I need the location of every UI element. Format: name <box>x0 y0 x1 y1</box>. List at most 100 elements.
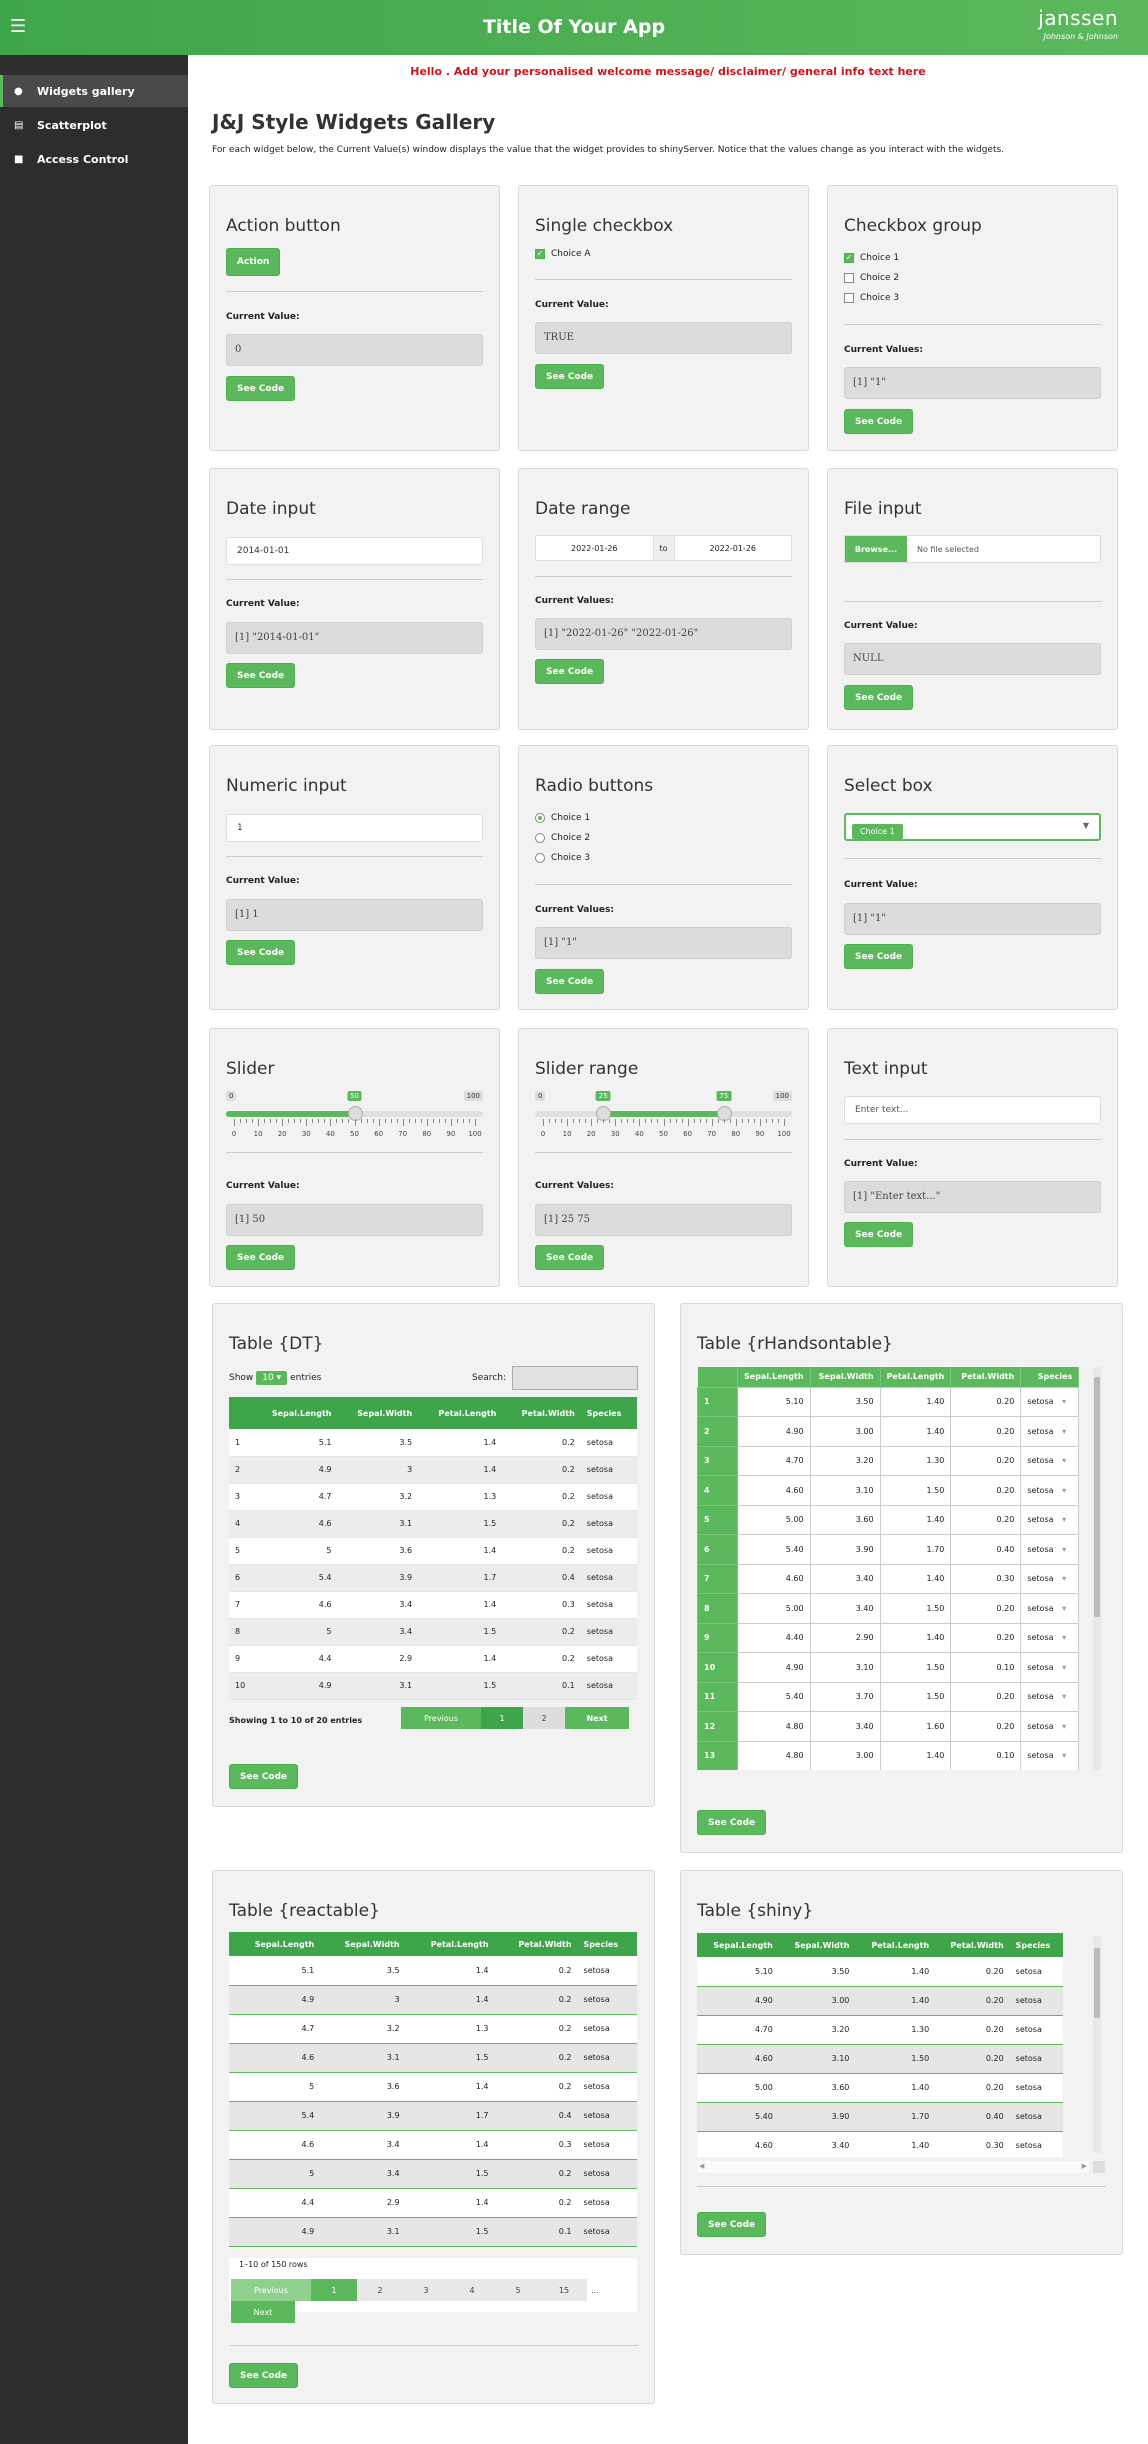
table-cell[interactable]: 3.60 <box>809 1504 881 1535</box>
dropdown-arrow-icon[interactable]: ▾ <box>1060 1456 1066 1465</box>
table-row[interactable]: 10 4.90 3.10 1.50 0.10 setosa ▾ <box>697 1652 1080 1683</box>
table-row[interactable]: 4 4.60 3.10 1.50 0.20 setosa ▾ <box>697 1475 1080 1506</box>
table-cell[interactable]: 3.70 <box>809 1681 881 1712</box>
sidebar-item-widgets-gallery[interactable]: ● Widgets gallery <box>0 75 188 107</box>
table-cell[interactable]: setosa ▾ <box>1020 1652 1080 1683</box>
column-header[interactable]: Petal.Width <box>494 1932 578 1956</box>
table-row[interactable]: 6 5.4 3.9 1.7 0.4 setosa <box>229 1564 637 1592</box>
table-row[interactable]: 5 5.00 3.60 1.40 0.20 setosa ▾ <box>697 1504 1080 1535</box>
table-cell[interactable]: 1.40 <box>879 1622 952 1653</box>
checkbox-choice-1[interactable]: ✓ Choice 1 <box>844 253 899 263</box>
table-row[interactable]: 12 4.80 3.40 1.60 0.20 setosa ▾ <box>697 1711 1080 1742</box>
table-row[interactable]: 10 4.9 3.1 1.5 0.1 setosa <box>229 1672 637 1700</box>
checkbox-choice-3[interactable]: Choice 3 <box>844 293 899 303</box>
radio-choice-3[interactable]: Choice 3 <box>535 853 590 863</box>
table-cell[interactable]: 0.20 <box>950 1593 1022 1624</box>
see-code-button[interactable]: See Code <box>226 376 296 401</box>
table-cell[interactable]: 3.00 <box>809 1416 881 1447</box>
column-header[interactable]: Petal.Width <box>935 1933 1010 1957</box>
table-cell[interactable]: 5.00 <box>737 1504 811 1535</box>
see-code-button[interactable]: See Code <box>226 940 296 965</box>
page-15-button[interactable]: 15 <box>541 2279 587 2301</box>
column-header[interactable]: Petal.Length <box>855 1933 936 1957</box>
table-cell[interactable]: 5.10 <box>737 1386 811 1417</box>
see-code-button[interactable]: See Code <box>535 969 605 994</box>
table-cell[interactable]: 1.40 <box>879 1504 952 1535</box>
see-code-button[interactable]: See Code <box>229 2363 299 2388</box>
table-row[interactable]: 6 5.40 3.90 1.70 0.40 setosa ▾ <box>697 1534 1080 1565</box>
column-header[interactable]: Petal.Length <box>418 1397 503 1429</box>
table-cell[interactable]: setosa ▾ <box>1020 1475 1080 1506</box>
page-1-button[interactable]: 1 <box>481 1707 523 1729</box>
horizontal-scrollbar[interactable]: ◀ ▶ <box>697 2161 1089 2173</box>
table-cell[interactable]: 3.20 <box>809 1445 881 1476</box>
table-cell[interactable]: 1.70 <box>879 1534 952 1565</box>
dropdown-arrow-icon[interactable]: ▾ <box>1060 1397 1066 1406</box>
dropdown-arrow-icon[interactable]: ▾ <box>1060 1486 1066 1495</box>
next-button[interactable]: Next <box>565 1707 629 1729</box>
table-cell[interactable]: setosa ▾ <box>1020 1681 1080 1712</box>
table-cell[interactable]: 0.20 <box>950 1622 1022 1653</box>
table-cell[interactable]: 0.20 <box>950 1386 1022 1417</box>
column-header[interactable]: Sepal.Length <box>737 1367 811 1387</box>
action-button[interactable]: Action <box>226 248 281 276</box>
column-header[interactable]: Sepal.Width <box>337 1397 419 1429</box>
table-cell[interactable]: setosa ▾ <box>1020 1504 1080 1535</box>
table-cell[interactable]: 1.40 <box>879 1416 952 1447</box>
table-cell[interactable]: setosa ▾ <box>1020 1416 1080 1447</box>
dropdown-arrow-icon[interactable]: ▾ <box>1060 1604 1066 1613</box>
see-code-button[interactable]: See Code <box>844 409 914 434</box>
column-header[interactable]: Petal.Width <box>502 1397 581 1429</box>
table-row[interactable]: 8 5.00 3.40 1.50 0.20 setosa ▾ <box>697 1593 1080 1624</box>
previous-button[interactable]: Previous <box>401 1707 481 1729</box>
table-cell[interactable]: 1.50 <box>879 1652 952 1683</box>
page-1-button[interactable]: 1 <box>311 2279 357 2301</box>
table-cell[interactable]: 3.40 <box>809 1593 881 1624</box>
table-row[interactable]: 9 4.4 2.9 1.4 0.2 setosa <box>229 1645 637 1673</box>
dropdown-arrow-icon[interactable]: ▾ <box>1060 1427 1066 1436</box>
date-input[interactable]: 2014-01-01 <box>226 537 483 565</box>
entries-select[interactable]: 10 ▾ <box>256 1371 288 1385</box>
see-code-button[interactable]: See Code <box>229 1764 299 1789</box>
table-row[interactable]: 8 5 3.4 1.5 0.2 setosa <box>229 1618 637 1646</box>
select-box[interactable]: Choice 1 ▼ <box>844 813 1101 841</box>
table-cell[interactable]: 0.30 <box>950 1563 1022 1594</box>
table-cell[interactable]: 4.90 <box>737 1416 811 1447</box>
column-header[interactable]: Sepal.Length <box>251 1397 338 1429</box>
sidebar-item-scatterplot[interactable]: ▤ Scatterplot <box>0 109 188 141</box>
table-cell[interactable]: 5.40 <box>737 1534 811 1565</box>
table-cell[interactable]: 0.20 <box>950 1475 1022 1506</box>
table-cell[interactable]: 1.50 <box>879 1681 952 1712</box>
table-cell[interactable]: 4.90 <box>737 1652 811 1683</box>
table-row[interactable]: 7 4.60 3.40 1.40 0.30 setosa ▾ <box>697 1563 1080 1594</box>
previous-button[interactable]: Previous <box>231 2279 311 2301</box>
see-code-button[interactable]: See Code <box>535 659 605 684</box>
table-cell[interactable]: 1.40 <box>879 1563 952 1594</box>
radio-choice-2[interactable]: Choice 2 <box>535 833 590 843</box>
see-code-button[interactable]: See Code <box>844 685 914 710</box>
scrollbar[interactable] <box>1093 1367 1101 1770</box>
see-code-button[interactable]: See Code <box>535 364 605 389</box>
sidebar-item-access-control[interactable]: ■ Access Control <box>0 143 188 175</box>
table-cell[interactable]: setosa ▾ <box>1020 1740 1080 1770</box>
table-cell[interactable]: 4.80 <box>737 1740 811 1770</box>
column-header[interactable]: Petal.Width <box>950 1367 1022 1387</box>
table-cell[interactable]: setosa ▾ <box>1020 1622 1080 1653</box>
column-header[interactable]: Sepal.Width <box>778 1933 856 1957</box>
table-cell[interactable]: setosa ▾ <box>1020 1445 1080 1476</box>
table-cell[interactable]: 2.90 <box>809 1622 881 1653</box>
table-cell[interactable]: 3.00 <box>809 1740 881 1770</box>
see-code-button[interactable]: See Code <box>697 1810 767 1835</box>
table-cell[interactable]: 4.40 <box>737 1622 811 1653</box>
dropdown-arrow-icon[interactable]: ▾ <box>1060 1722 1066 1731</box>
column-header[interactable] <box>229 1397 252 1429</box>
table-cell[interactable]: 1.30 <box>879 1445 952 1476</box>
table-cell[interactable]: 3.40 <box>809 1563 881 1594</box>
see-code-button[interactable]: See Code <box>844 1222 914 1247</box>
table-row[interactable]: 5 5 3.6 1.4 0.2 setosa <box>229 1537 637 1565</box>
dropdown-arrow-icon[interactable]: ▾ <box>1060 1574 1066 1583</box>
table-row[interactable]: 2 4.9 3 1.4 0.2 setosa <box>229 1456 637 1484</box>
column-header[interactable]: Species <box>580 1397 637 1429</box>
text-input[interactable]: Enter text... <box>844 1096 1101 1124</box>
dropdown-arrow-icon[interactable]: ▾ <box>1060 1692 1066 1701</box>
